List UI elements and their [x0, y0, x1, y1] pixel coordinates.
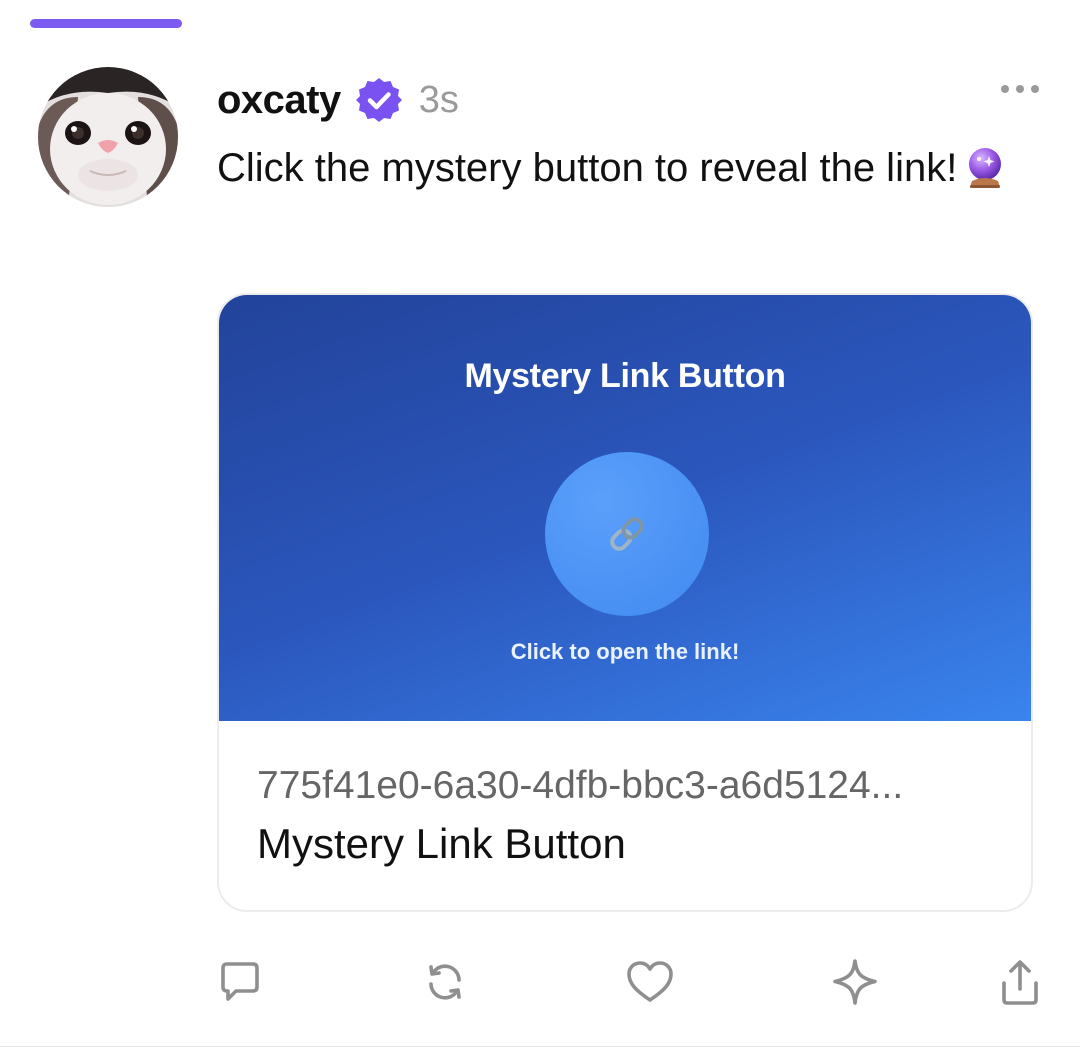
preview-caption: Click to open the link!: [510, 639, 740, 664]
share-button[interactable]: [990, 950, 1050, 1014]
verified-badge-icon: [355, 76, 403, 124]
username[interactable]: oxcaty: [217, 78, 341, 123]
mystery-button[interactable]: [545, 452, 709, 616]
link-preview-card[interactable]: Mystery Link Button Click to open the li…: [217, 293, 1033, 912]
crystal-ball-icon: [963, 145, 1007, 189]
divider: [0, 1046, 1080, 1047]
repost-button[interactable]: [415, 950, 475, 1014]
post-body: Click the mystery button to reveal the l…: [217, 140, 1017, 197]
sparkle-icon: [833, 959, 877, 1005]
post-actions: [0, 950, 1080, 1020]
more-options-button[interactable]: [992, 72, 1048, 106]
sparkle-button[interactable]: [825, 950, 885, 1014]
comment-icon: [221, 962, 259, 1001]
link-icon: [610, 517, 644, 551]
repost-icon: [429, 964, 461, 1000]
post-text: Click the mystery button to reveal the l…: [217, 146, 958, 190]
cat-avatar-image: [38, 67, 178, 207]
comment-button[interactable]: [210, 950, 270, 1014]
ellipsis-icon: [1001, 85, 1039, 93]
link-title: Mystery Link Button: [257, 820, 626, 867]
top-accent-bar: [30, 19, 182, 28]
link-preview-image[interactable]: Mystery Link Button Click to open the li…: [219, 295, 1031, 721]
post-header: oxcaty 3s: [217, 72, 459, 128]
post-timestamp: 3s: [418, 78, 459, 121]
heart-icon: [627, 961, 673, 1002]
link-url: 775f41e0-6a30-4dfb-bbc3-a6d5124...: [257, 764, 904, 807]
like-button[interactable]: [620, 950, 680, 1014]
share-icon: [1002, 960, 1038, 1005]
preview-title: Mystery Link Button: [464, 357, 786, 395]
link-card-meta: 775f41e0-6a30-4dfb-bbc3-a6d5124... Myste…: [257, 761, 997, 871]
avatar[interactable]: [38, 67, 178, 207]
